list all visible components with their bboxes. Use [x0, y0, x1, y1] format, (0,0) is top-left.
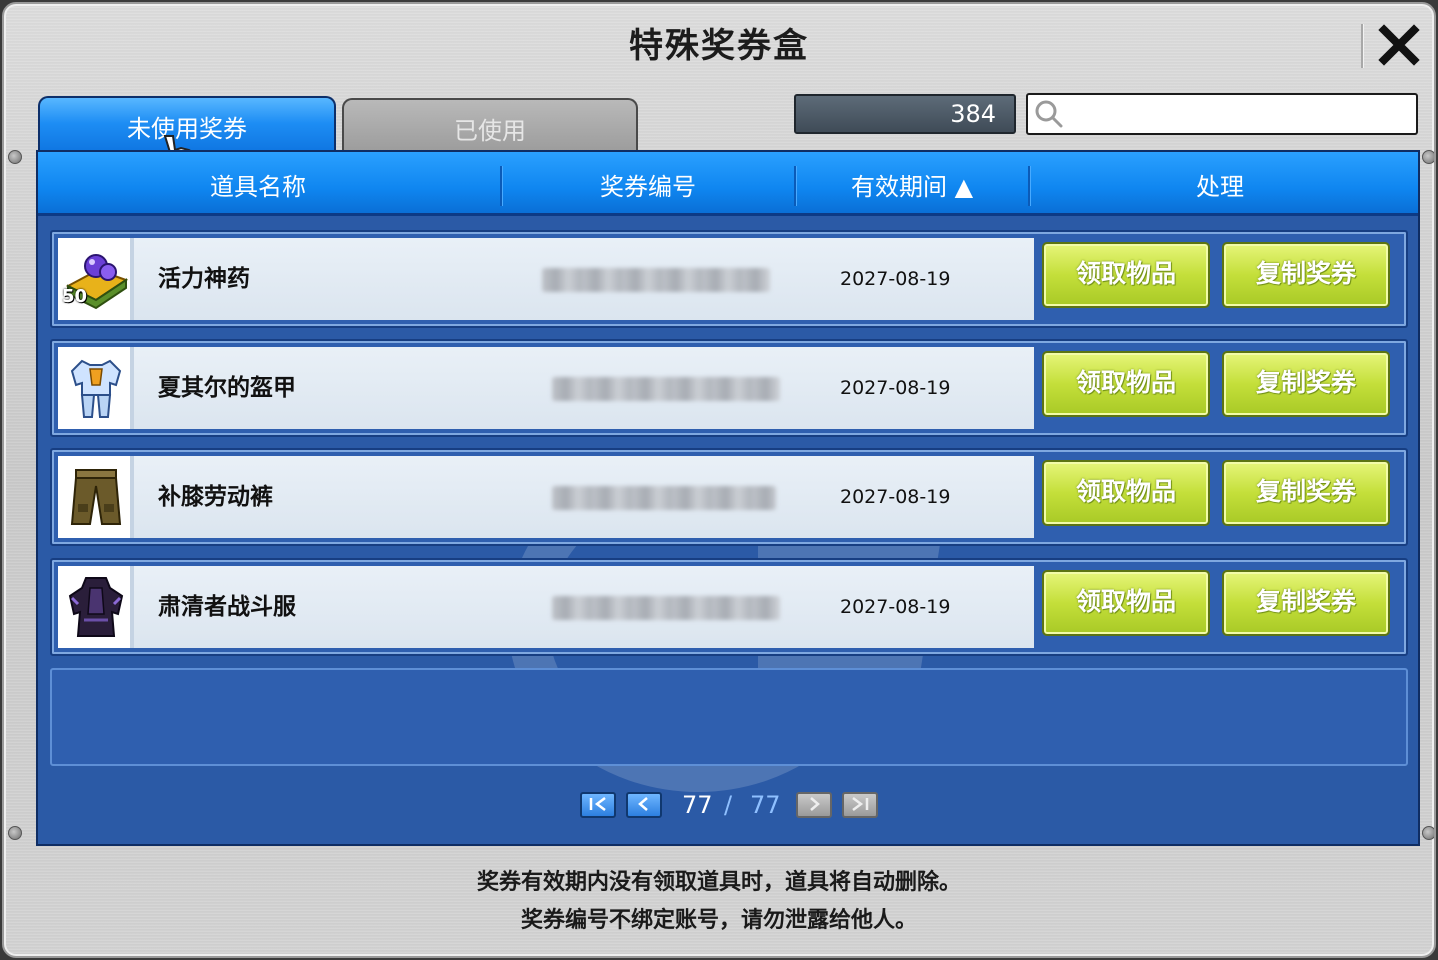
notice-text: 奖券有效期内没有领取道具时，道具将自动删除。 奖券编号不绑定账号，请勿泄露给他人…: [4, 864, 1434, 940]
item-expiry: 2027-08-19 15:28:26: [840, 268, 951, 372]
table-header: 道具名称 奖券编号 有效期间 ▲ 处理: [38, 152, 1418, 216]
item-name: 肃清者战斗服: [158, 594, 296, 620]
current-page: 77: [682, 791, 713, 819]
last-page-button[interactable]: [842, 792, 878, 818]
notice-line-1: 奖券有效期内没有领取道具时，道具将自动删除。: [476, 870, 961, 895]
copy-coupon-button[interactable]: 复制奖券: [1222, 460, 1390, 526]
close-button[interactable]: [1376, 22, 1422, 68]
column-coupon-code: 奖券编号: [600, 173, 696, 201]
item-quantity-badge: 50: [62, 286, 88, 307]
column-actions: 处理: [1196, 173, 1244, 201]
copy-coupon-button[interactable]: 复制奖券: [1222, 242, 1390, 308]
coupon-row-info: 补膝劳动裤 2027-08-19 15:28:34: [58, 456, 1034, 590]
coupon-row: 补膝劳动裤 2027-08-19 15:28:34 领取物品 复制奖券: [50, 448, 1408, 590]
coupon-count: 384: [794, 94, 1016, 134]
item-name: 夏其尔的盔甲: [158, 375, 296, 401]
item-name: 补膝劳动裤: [158, 484, 273, 510]
coupon-code-redacted: [542, 268, 770, 292]
item-expiry: 2027-08-19 15:28:34: [840, 486, 951, 590]
armor-icon: [70, 359, 122, 418]
item-icon-slot: [58, 347, 134, 429]
first-page-icon: [589, 797, 606, 811]
coupon-code-redacted: [552, 596, 780, 620]
screw-decoration: [8, 826, 22, 840]
window-title: 特殊奖券盒: [629, 26, 809, 66]
item-expiry: 2027-08-19 15:30:15: [840, 596, 951, 700]
notice-line-2: 奖券编号不绑定账号，请勿泄露给他人。: [520, 908, 917, 933]
next-page-button[interactable]: [796, 792, 832, 818]
chevron-right-icon: [810, 797, 820, 811]
claim-item-button[interactable]: 领取物品: [1042, 570, 1210, 636]
coupon-row: 夏其尔的盔甲 2027-08-19 15:28:32 领取物品 复制奖券: [50, 339, 1408, 481]
battle-suit-icon: [68, 577, 124, 637]
claim-item-button[interactable]: 领取物品: [1042, 242, 1210, 308]
item-icon-slot: [58, 456, 134, 538]
page-separator: /: [724, 791, 733, 819]
tab-used-coupons[interactable]: 已使用: [342, 98, 638, 154]
coupon-row-info: 肃清者战斗服 2027-08-19 15:30:15: [58, 566, 1034, 700]
coupon-row: 50 活力神药 2027-08-19 15:28:26 领取物品 复制奖券: [50, 230, 1408, 372]
coupon-code-redacted: [552, 377, 780, 401]
tab-label: 已使用: [454, 117, 526, 145]
search-icon: [1035, 100, 1063, 128]
last-page-icon: [852, 797, 869, 811]
column-item-name: 道具名称: [210, 173, 306, 201]
search-box[interactable]: [1026, 93, 1418, 135]
coupon-list-panel: 道具名称 奖券编号 有效期间 ▲ 处理 50 活力神药 2027-08-19 领…: [36, 150, 1420, 846]
first-page-button[interactable]: [580, 792, 616, 818]
total-pages: 77: [750, 791, 781, 819]
item-icon-slot: [58, 566, 134, 648]
claim-item-button[interactable]: 领取物品: [1042, 460, 1210, 526]
coupon-code-redacted: [552, 486, 776, 510]
copy-coupon-button[interactable]: 复制奖券: [1222, 351, 1390, 417]
search-input[interactable]: [1068, 97, 1408, 131]
copy-coupon-button[interactable]: 复制奖券: [1222, 570, 1390, 636]
close-separator: [1361, 24, 1363, 68]
item-expiry: 2027-08-19 15:28:32: [840, 377, 951, 481]
screw-decoration: [1422, 150, 1434, 164]
screw-decoration: [1422, 826, 1434, 840]
close-icon: [1378, 24, 1420, 66]
claim-item-button[interactable]: 领取物品: [1042, 351, 1210, 417]
item-icon-slot: 50: [58, 238, 134, 320]
item-name: 活力神药: [158, 266, 250, 292]
pagination: 77 / 77: [38, 791, 1418, 822]
column-validity-sort[interactable]: 有效期间 ▲: [796, 152, 1028, 216]
prev-page-button[interactable]: [626, 792, 662, 818]
screw-decoration: [8, 150, 22, 164]
coupon-row: 肃清者战斗服 2027-08-19 15:30:15 领取物品 复制奖券: [50, 558, 1408, 700]
pants-icon: [70, 469, 122, 525]
coupon-box-window: 特殊奖券盒 未使用奖券 已使用 384 道具名称 奖券编号 有效期间 ▲ 处理 …: [2, 2, 1436, 958]
coupon-row-info: 夏其尔的盔甲 2027-08-19 15:28:32: [58, 347, 1034, 481]
chevron-left-icon: [638, 797, 648, 811]
coupon-row-info: 50 活力神药 2027-08-19 15:28:26: [58, 238, 1034, 372]
empty-coupon-slot: [50, 668, 1408, 766]
